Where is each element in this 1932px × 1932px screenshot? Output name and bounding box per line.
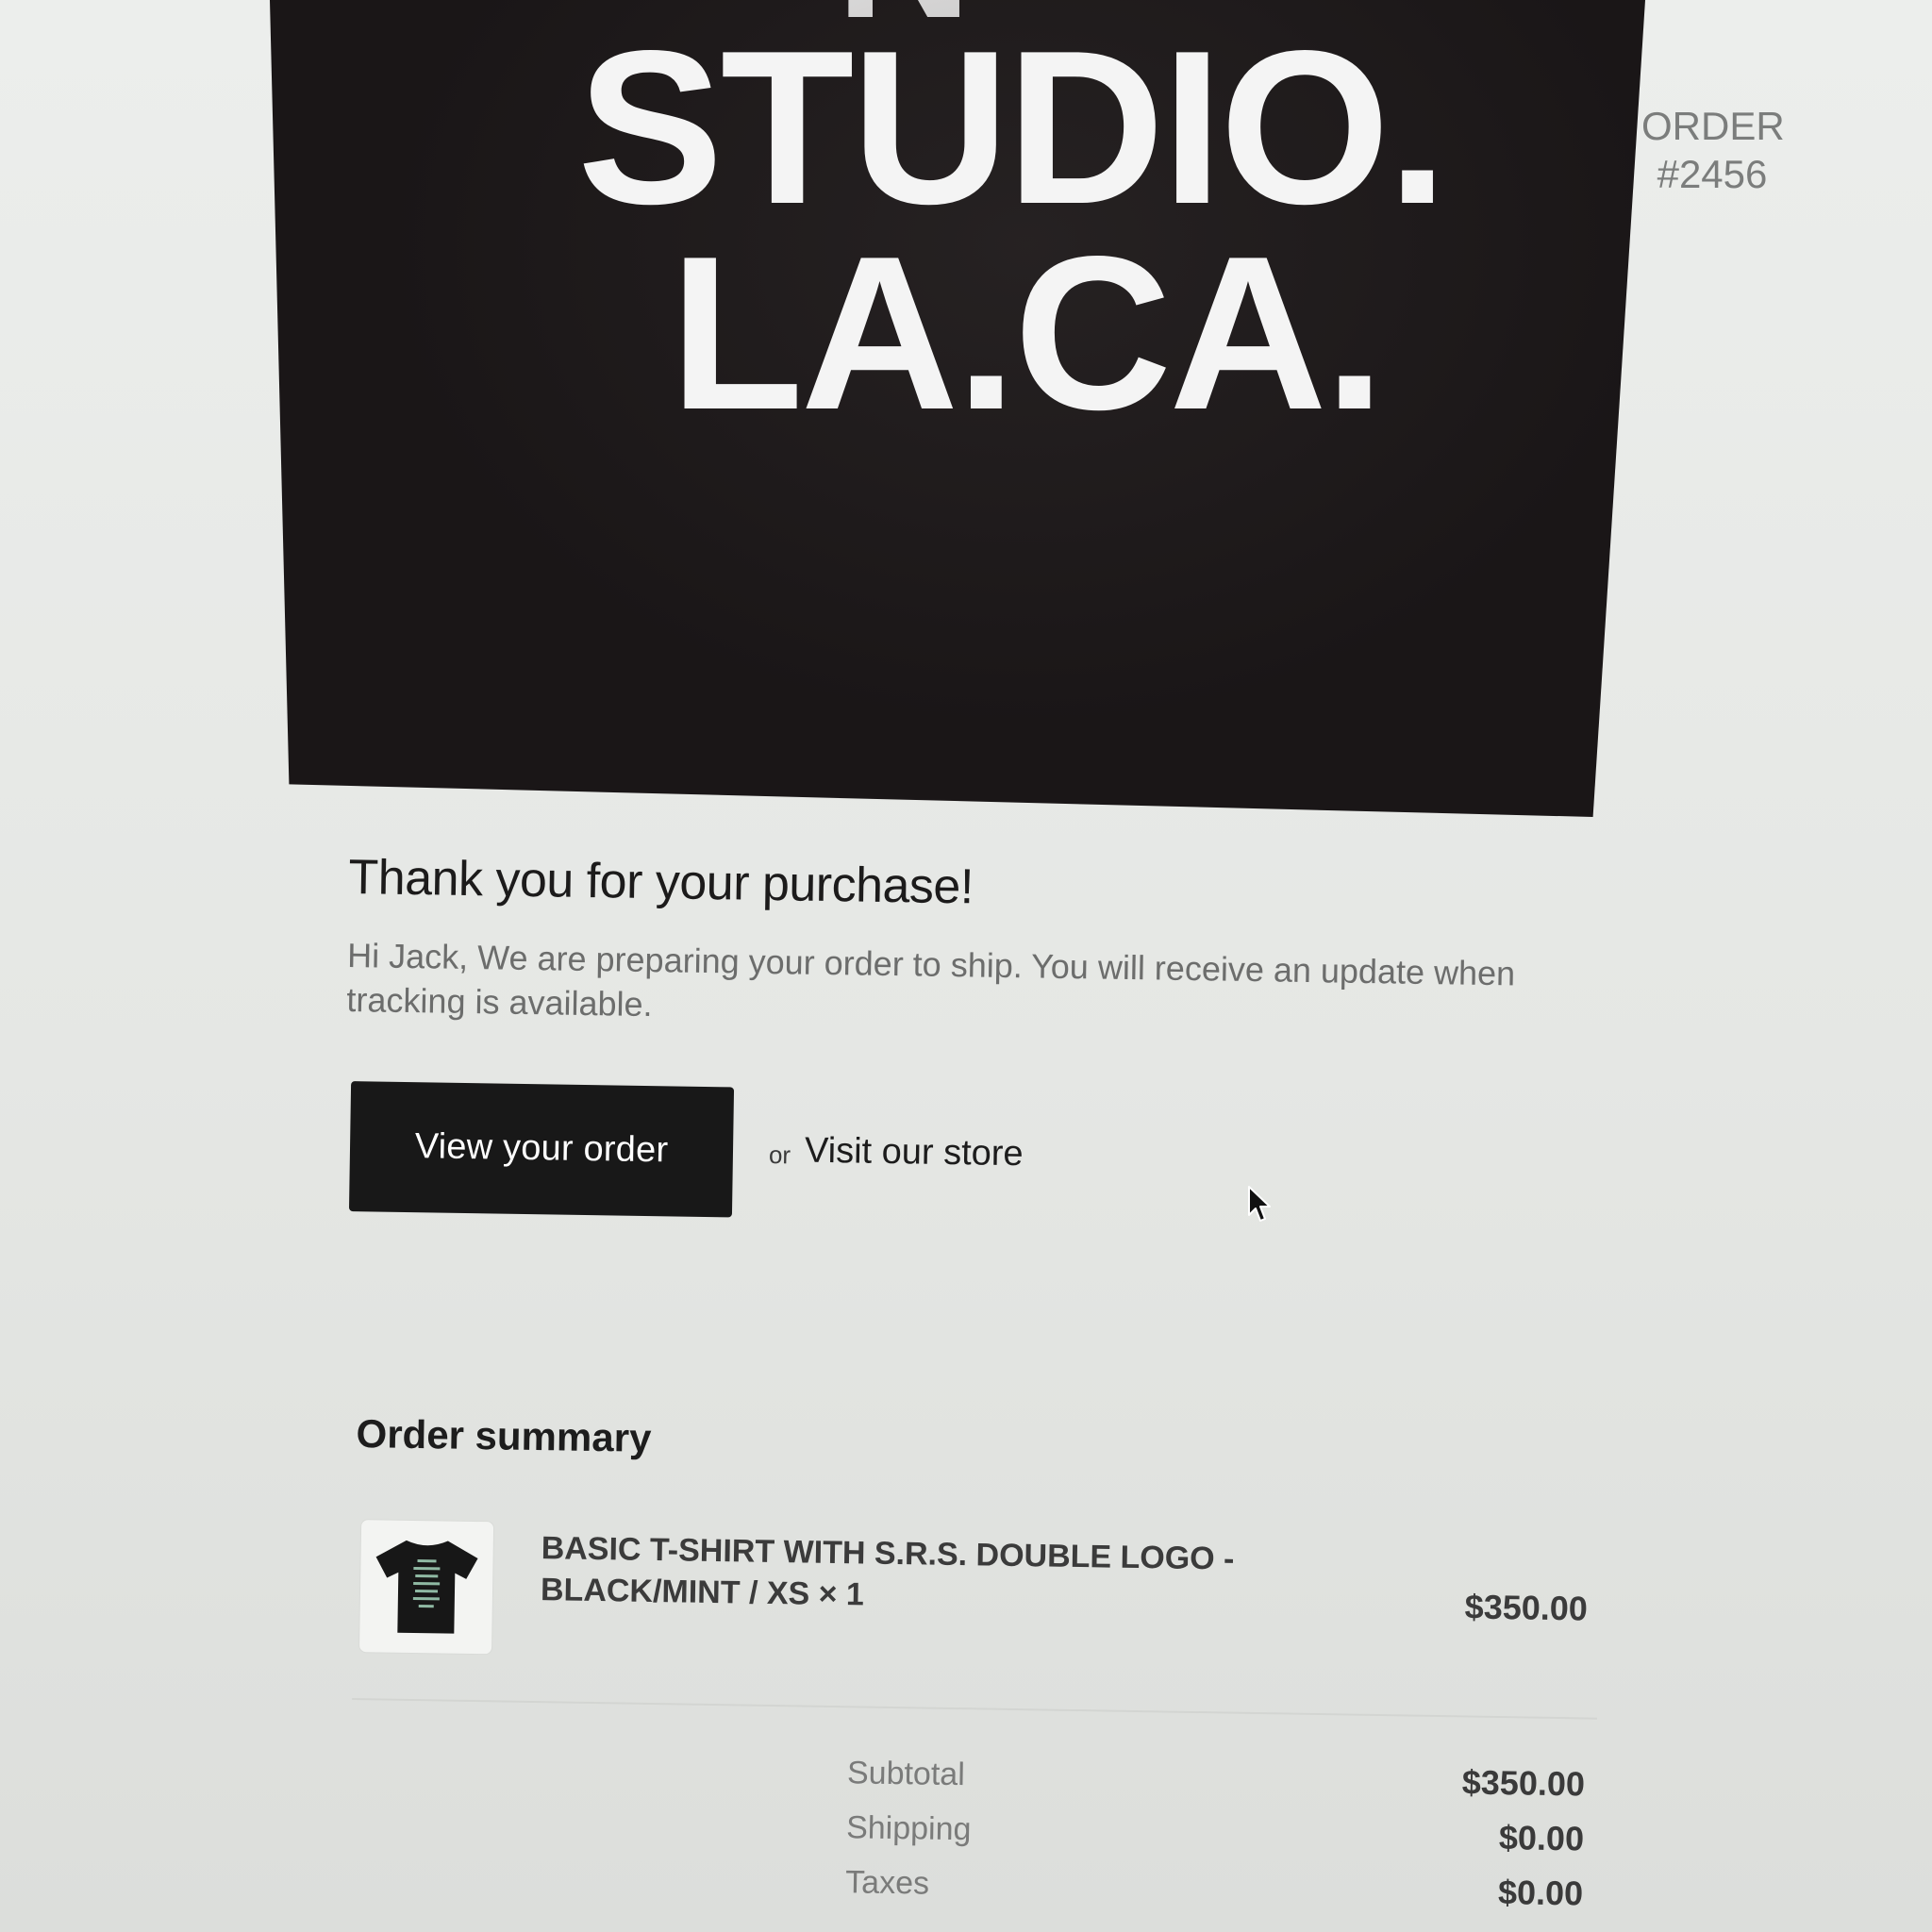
order-number: ORDER #2456 [1641, 102, 1785, 198]
product-thumbnail [358, 1519, 495, 1656]
subtotal-label: Subtotal [846, 1754, 966, 1792]
cta-row: View your order or Visit our store [343, 1080, 1647, 1234]
item-title: BASIC T-SHIRT WITH S.R.S. DOUBLE LOGO - … [540, 1530, 1235, 1613]
taxes-value: $0.00 [1497, 1873, 1584, 1913]
hero-title-line-1: STUDIO. [577, 6, 1448, 250]
taxes-label: Taxes [844, 1863, 930, 1902]
subtotal-value: $350.00 [1461, 1762, 1586, 1804]
order-label: ORDER [1641, 104, 1785, 148]
item-price: $350.00 [1464, 1587, 1589, 1628]
shipping-label: Shipping [845, 1808, 972, 1847]
or-label: or [768, 1140, 791, 1169]
view-order-button[interactable]: View your order [348, 1080, 735, 1218]
shipping-value: $0.00 [1498, 1818, 1585, 1858]
totals: Subtotal $350.00 Shipping $0.00 Taxes $0… [845, 1745, 1597, 1921]
hero-title-line-2: LA.CA. [670, 211, 1385, 456]
message-section: Thank you for your purchase! Hi Jack, We… [343, 849, 1651, 1233]
visit-store-link[interactable]: Visit our store [805, 1130, 1024, 1174]
intro-text: Hi Jack, We are preparing your order to … [346, 935, 1516, 1024]
order-id: #2456 [1657, 152, 1768, 197]
tshirt-icon [375, 1540, 478, 1634]
summary-divider [352, 1697, 1598, 1720]
line-item: BASIC T-SHIRT WITH S.R.S. DOUBLE LOGO - … [353, 1519, 1600, 1680]
mouse-cursor-icon [1248, 1186, 1271, 1222]
order-summary: Order summary BASIC T-SHIRT WITH S.R.S. … [349, 1411, 1602, 1922]
